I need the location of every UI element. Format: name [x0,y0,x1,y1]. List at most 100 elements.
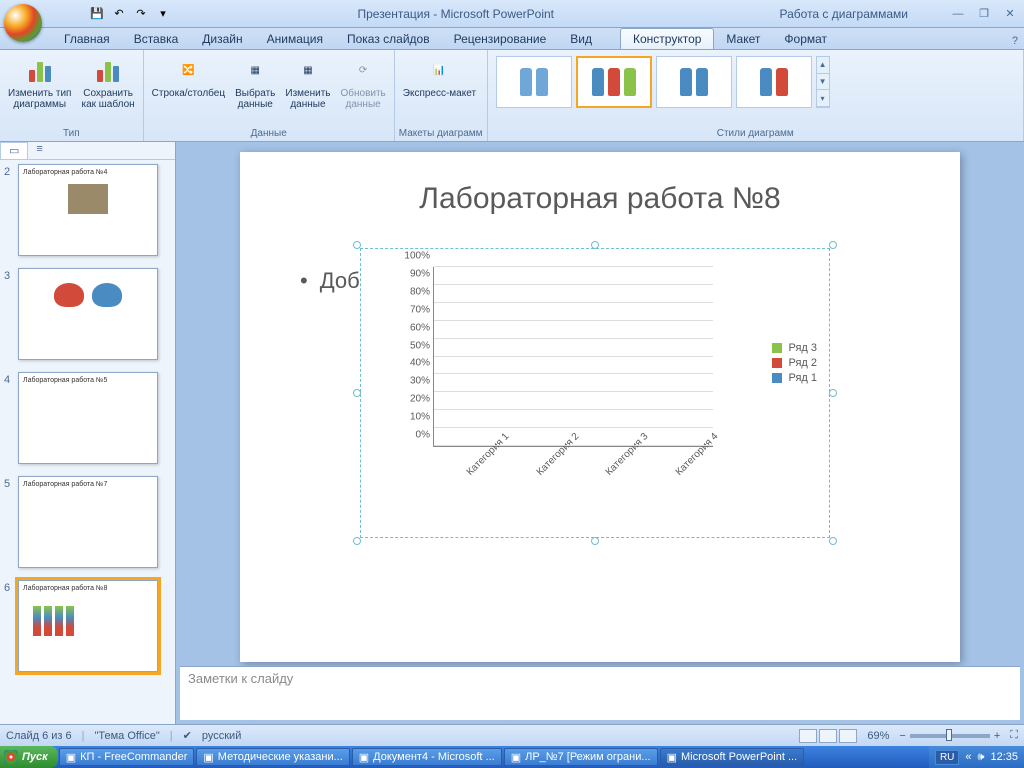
thumb-number: 2 [4,164,18,256]
windows-taskbar: Пуск ▣КП - FreeCommander▣Методические ук… [0,746,1024,768]
window-title: Презентация - Microsoft PowerPoint [172,7,740,21]
office-button[interactable] [4,2,44,26]
zoom-percent[interactable]: 69% [867,730,889,742]
x-tick-label: Категория 2 [534,431,581,478]
taskbar-item[interactable]: ▣ЛР_№7 [Режим ограни... [504,748,658,766]
slide-canvas[interactable]: Лабораторная работа №8 Добавление диагра… [240,152,960,662]
clock[interactable]: 12:35 [990,751,1018,763]
tab-chart-format[interactable]: Формат [772,29,839,49]
slide-title[interactable]: Лабораторная работа №8 [280,182,920,216]
view-buttons [799,729,857,743]
tab-design[interactable]: Дизайн [190,29,254,49]
language-indicator[interactable]: RU [935,750,959,765]
tab-slideshow[interactable]: Показ слайдов [335,29,442,49]
x-tick-label: Категория 3 [604,431,651,478]
taskbar-item[interactable]: ▣КП - FreeCommander [59,748,195,766]
save-icon[interactable]: 💾 [88,5,106,23]
context-tool-title: Работа с диаграммами [740,7,949,21]
tab-review[interactable]: Рецензирование [442,29,559,49]
bar-column[interactable]: Категория 3 [590,267,626,446]
language-status[interactable]: русский [202,730,241,742]
legend-item[interactable]: Ряд 1 [772,372,817,384]
zoom-out-icon[interactable]: − [899,730,905,742]
start-button[interactable]: Пуск [0,746,58,768]
spellcheck-icon[interactable]: ✔ [183,729,192,742]
redo-icon[interactable]: ↷ [132,5,150,23]
bar-column[interactable]: Категория 4 [660,267,696,446]
theme-name: "Тема Office" [95,730,160,742]
taskbar-item[interactable]: ▣Документ4 - Microsoft ... [352,748,502,766]
bar-column[interactable]: Категория 1 [451,267,487,446]
slide-thumbnail[interactable]: Лабораторная работа №4 [18,164,158,256]
y-tick-label: 40% [394,358,430,369]
qat-dropdown-icon[interactable]: ▾ [154,5,172,23]
status-bar: Слайд 6 из 6 | "Тема Office" | ✔ русский… [0,724,1024,746]
app-icon: ▣ [203,751,213,764]
y-tick-label: 90% [394,268,430,279]
workspace: ▭ ≡ 2 Лабораторная работа №4 3 4 Лаборат… [0,142,1024,724]
sorter-view-button[interactable] [819,729,837,743]
excel-icon: ▦ [292,54,324,86]
legend-item[interactable]: Ряд 2 [772,357,817,369]
layout-icon: 📊 [423,54,455,86]
change-chart-type-button[interactable]: Изменить тип диаграммы [4,52,75,112]
chart-style-2[interactable] [576,56,652,108]
group-type-label: Тип [4,127,139,141]
zoom-in-icon[interactable]: + [994,730,1000,742]
fit-to-window-icon[interactable]: ⛶ [1010,729,1018,742]
thumb-tab-outline[interactable]: ≡ [28,142,50,159]
scroll-down-icon[interactable]: ▼ [817,74,829,91]
app-icon: ▣ [66,751,76,764]
select-data-button[interactable]: ▦ Выбрать данные [231,52,279,112]
zoom-slider[interactable]: − + [899,730,1000,742]
legend-item[interactable]: Ряд 3 [772,342,817,354]
scroll-up-icon[interactable]: ▲ [817,57,829,74]
quick-layout-button[interactable]: 📊 Экспресс-макет [399,52,480,101]
tray-icon[interactable]: 🕪 [978,751,985,764]
y-tick-label: 10% [394,412,430,423]
y-tick-label: 100% [394,251,430,262]
y-tick-label: 70% [394,304,430,315]
chart-style-3[interactable] [656,56,732,108]
app-icon: ▣ [359,751,369,764]
bar-column[interactable]: Категория 2 [521,267,557,446]
taskbar-item[interactable]: ▣Методические указани... [196,748,349,766]
save-as-template-button[interactable]: Сохранить как шаблон [77,52,138,112]
edit-data-button[interactable]: ▦ Изменить данные [281,52,334,112]
tab-chart-layout[interactable]: Макет [714,29,772,49]
switch-row-col-button[interactable]: 🔀 Строка/столбец [148,52,229,101]
refresh-data-button[interactable]: ⟳ Обновить данные [336,52,389,112]
tab-animation[interactable]: Анимация [255,29,335,49]
tab-insert[interactable]: Вставка [122,29,191,49]
y-tick-label: 50% [394,340,430,351]
tray-expand-icon[interactable]: « [965,751,971,763]
thumb-number: 5 [4,476,18,568]
tab-chart-design[interactable]: Конструктор [620,28,714,49]
notes-pane[interactable]: Заметки к слайду [180,666,1020,720]
close-button[interactable]: ✕ [1000,7,1020,21]
restore-button[interactable]: ❐ [974,7,994,21]
slide-thumbnail[interactable] [18,268,158,360]
gallery-scroll[interactable]: ▲ ▼ ▾ [816,56,830,108]
tab-view[interactable]: Вид [558,29,604,49]
slide-thumbnail[interactable]: Лабораторная работа №5 [18,372,158,464]
undo-icon[interactable]: ↶ [110,5,128,23]
chart-legend[interactable]: Ряд 3 Ряд 2 Ряд 1 [772,339,817,387]
normal-view-button[interactable] [799,729,817,743]
title-bar: 💾 ↶ ↷ ▾ Презентация - Microsoft PowerPoi… [0,0,1024,28]
minimize-button[interactable]: — [948,7,968,21]
chart-style-4[interactable] [736,56,812,108]
chart-style-1[interactable] [496,56,572,108]
gallery-more-icon[interactable]: ▾ [817,90,829,107]
taskbar-item[interactable]: ▣Microsoft PowerPoint ... [660,748,805,766]
slide-thumbnail[interactable]: Лабораторная работа №7 [18,476,158,568]
slide-thumbnail[interactable]: Лабораторная работа №8 [18,580,158,672]
y-tick-label: 20% [394,394,430,405]
slideshow-view-button[interactable] [839,729,857,743]
chart-object[interactable]: Категория 1 Категория 2 Категория 3 Кате… [360,248,830,538]
tab-home[interactable]: Главная [52,29,122,49]
help-icon[interactable]: ? [1006,33,1024,49]
y-tick-label: 80% [394,286,430,297]
chart-plot-area[interactable]: Категория 1 Категория 2 Категория 3 Кате… [433,267,713,447]
thumb-tab-slides[interactable]: ▭ [0,142,28,159]
